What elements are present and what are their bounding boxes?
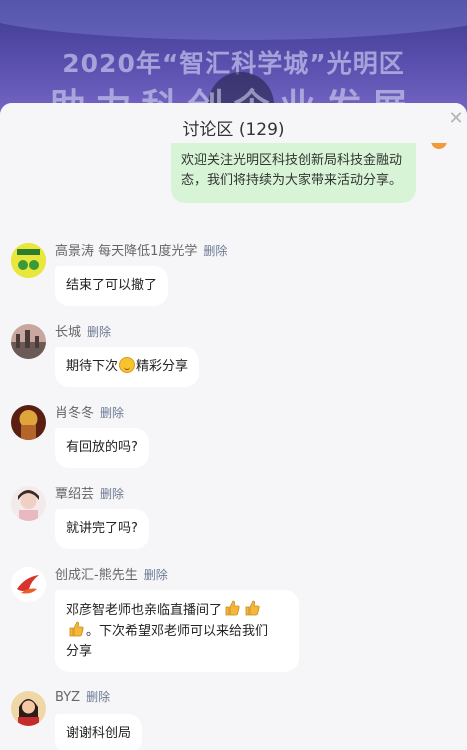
sender-name: 高景涛 每天降低1度光学 [55,244,198,259]
delete-link[interactable]: 删除 [203,244,227,258]
message-bubble: 邓彦智老师也亲临直播间了。下次希望邓老师可以来给我们分享 [55,590,299,672]
discussion-panel: 讨论区 (129) ✕ 欢迎关注光明区科技创新局科技金融动态，我们将持续为大家带… [0,103,467,750]
own-avatar [431,143,447,149]
message-meta: 创成汇-熊先生 删除 [55,564,168,583]
avatar[interactable] [11,486,46,521]
thumbs-up-icon [69,621,84,637]
message-meta: 覃绍芸 删除 [55,483,124,502]
message-bubble: 结束了可以撤了 [55,266,169,306]
sender-name: 肖冬冬 [55,406,95,421]
banner-wave [0,0,467,40]
avatar[interactable] [11,324,46,359]
message-bubble: 有回放的吗? [55,428,149,468]
message-list[interactable]: 欢迎关注光明区科技创新局科技金融动态，我们将持续为大家带来活动分享。 高景涛 每… [0,143,467,750]
own-message-bubble: 欢迎关注光明区科技创新局科技金融动态，我们将持续为大家带来活动分享。 [171,143,416,203]
close-icon[interactable]: ✕ [447,110,465,128]
sender-name: BYZ [55,690,81,705]
message-meta: 高景涛 每天降低1度光学 删除 [55,240,227,259]
message-text-part: 期待下次 [66,359,119,374]
message-bubble: 谢谢科创局 [55,714,143,750]
message-bubble: 就讲完了吗? [55,509,149,549]
thumbs-up-icon [245,600,260,616]
smile-emoji-icon [119,357,136,373]
message-meta: BYZ 删除 [55,688,110,705]
delete-link[interactable]: 删除 [144,568,168,582]
message-text-part: 精彩分享 [136,359,189,374]
message-bubble: 期待下次 精彩分享 [55,347,200,387]
sender-name: 长城 [55,325,82,340]
panel-title: 讨论区 (129) [182,120,285,140]
bird-logo-icon [11,567,46,602]
message-meta: 肖冬冬 删除 [55,402,124,421]
delete-link[interactable]: 删除 [87,325,111,339]
avatar[interactable] [11,405,46,440]
panel-header: 讨论区 (129) ✕ [0,103,467,143]
message-meta: 长城 删除 [55,321,111,340]
own-message-text: 欢迎关注光明区科技创新局科技金融动态，我们将持续为大家带来活动分享。 [181,153,403,188]
avatar-image-icon [11,486,46,521]
live-banner: 2020年“智汇科学城”光明区 助力科创企业发展 [0,0,467,115]
sender-name: 创成汇-熊先生 [55,568,138,583]
delete-link[interactable]: 删除 [100,487,124,501]
sender-name: 覃绍芸 [55,487,95,502]
thumbs-up-icon [225,600,240,616]
avatar[interactable] [11,243,46,278]
avatar[interactable] [11,567,46,602]
avatar-image-icon [11,243,46,278]
delete-link[interactable]: 删除 [100,406,124,420]
avatar-image-icon [11,691,46,726]
message-text-part: 邓彦智老师也亲临直播间了 [66,603,223,618]
delete-link[interactable]: 删除 [86,690,110,704]
message-text-part: 分享 [66,644,93,659]
message-text-part: 。下次希望邓老师可以来给我们 [86,624,269,639]
avatar-image-icon [11,324,46,359]
avatar-image-icon [11,405,46,440]
avatar[interactable] [11,691,46,726]
